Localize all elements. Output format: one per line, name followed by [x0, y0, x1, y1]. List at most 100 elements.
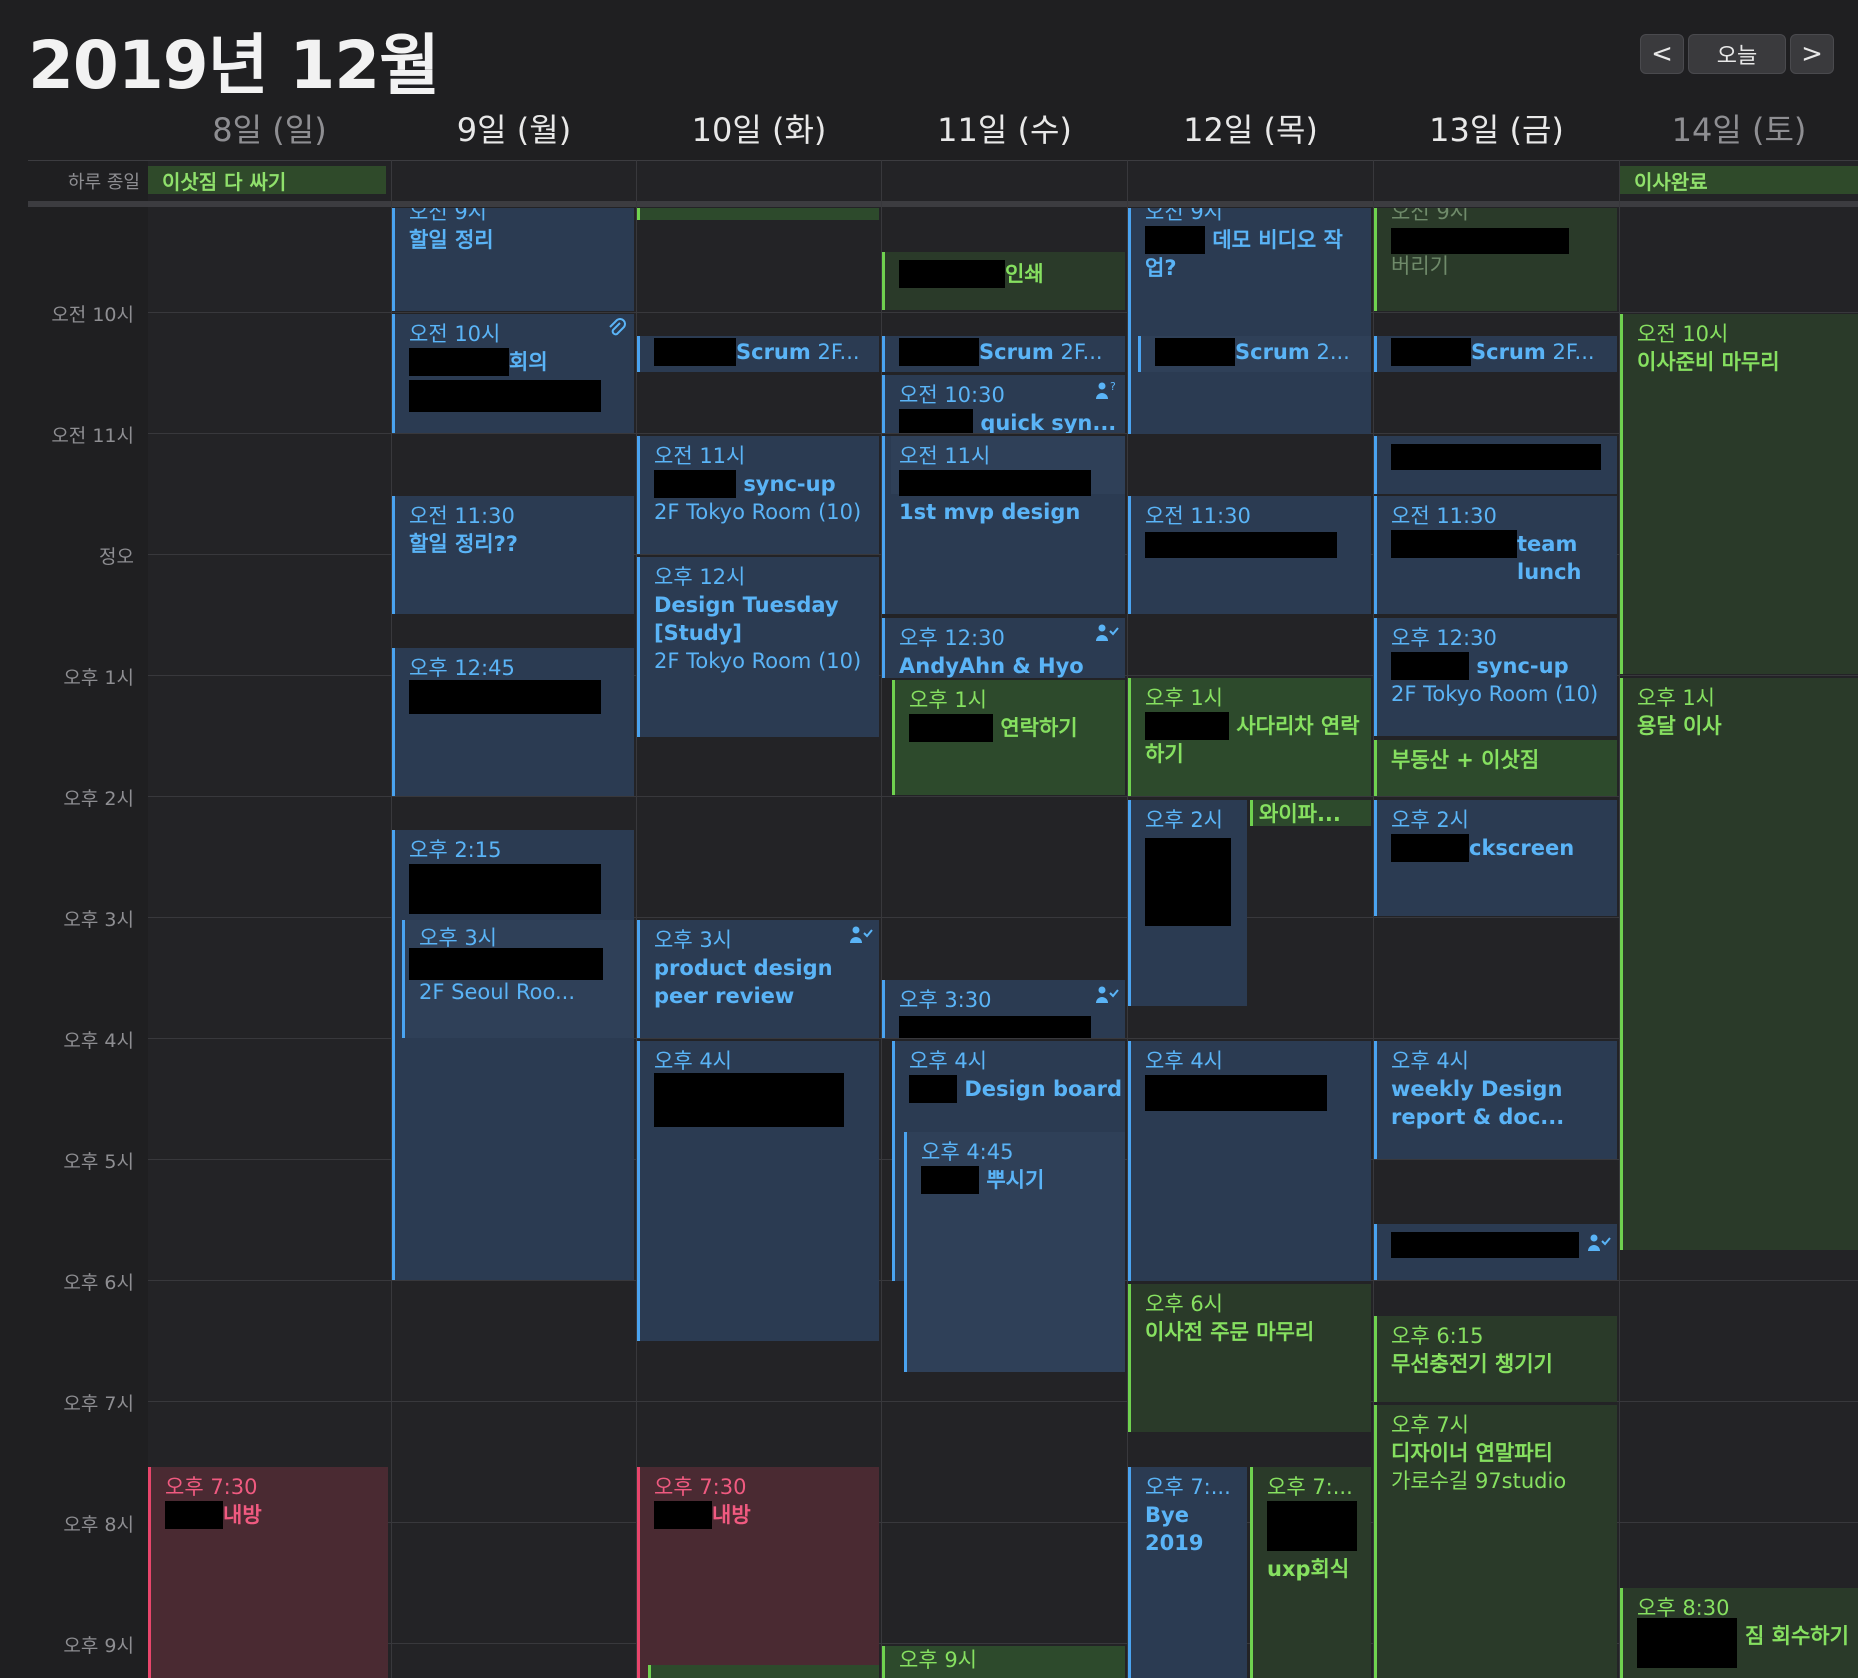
event-title: Scrum	[1235, 340, 1310, 364]
event[interactable]: 오후 2시	[1128, 800, 1247, 1006]
day-header-sun[interactable]: 8일 (일)	[148, 100, 391, 156]
event[interactable]: 오후 1시 사다리차 연락하기	[1128, 678, 1371, 796]
event-title: Scrum	[736, 340, 811, 364]
event-time: 오후 2시	[1145, 808, 1223, 832]
day-header-wed[interactable]: 11일 (수)	[882, 100, 1127, 156]
event[interactable]: 오후 9시	[882, 1646, 1125, 1678]
event-title: team lunch	[1517, 532, 1582, 584]
day-column-tue[interactable]	[637, 160, 881, 1678]
event[interactable]: 오전 10시 이사준비 마무리	[1620, 314, 1858, 674]
event[interactable]: 오후 7:30 내방	[148, 1467, 388, 1678]
attendee-accepted-icon	[1095, 622, 1119, 650]
event[interactable]: 오후 4:45 뿌시기	[904, 1132, 1125, 1372]
event[interactable]	[1374, 1224, 1617, 1280]
event[interactable]: 오후 3:30	[882, 980, 1125, 1038]
event[interactable]: 오전 11:30	[1128, 496, 1371, 614]
event-time: 오후 7:...	[1145, 1475, 1231, 1499]
day-header-mon[interactable]: 9일 (월)	[392, 100, 636, 156]
event[interactable]: 오후 7:... Bye 2019	[1128, 1467, 1247, 1678]
time-label: 오후 8시	[63, 1514, 134, 1536]
redacted-block	[409, 948, 603, 980]
event[interactable]: Scrum 2F...	[1374, 336, 1617, 372]
event[interactable]: 오전 10시 회의	[392, 314, 634, 433]
event[interactable]: 오후 1시 연락하기	[892, 680, 1125, 795]
day-header-sat[interactable]: 14일 (토)	[1620, 100, 1858, 156]
redacted-block	[899, 470, 1091, 496]
event[interactable]: 오후 12:30 sync-up 2F Tokyo Room (10)	[1374, 618, 1617, 736]
redacted-block	[899, 1016, 1091, 1038]
event[interactable]: 와이파...	[1250, 800, 1371, 826]
event[interactable]: 오후 6시 이사전 주문 마무리	[1128, 1284, 1371, 1432]
hour-line	[148, 796, 1858, 797]
event-time: 오후 6:15	[1391, 1324, 1484, 1348]
event[interactable]: 오후 7시 디자이너 연말파티 가로수길 97studio	[1374, 1405, 1617, 1678]
event[interactable]: 오후 3시 2F Seoul Roo...	[402, 920, 634, 1038]
event[interactable]: Scrum 2F...	[882, 336, 1125, 372]
redacted-block	[909, 1075, 957, 1103]
event-time: 오후 12:30	[899, 626, 1005, 650]
day-header-fri[interactable]: 13일 (금)	[1374, 100, 1619, 156]
event-time: 오전 11:30	[1145, 504, 1251, 528]
event-title: 용달 이사	[1637, 714, 1722, 738]
redacted-block	[1145, 1075, 1327, 1111]
redacted-block	[165, 1501, 223, 1529]
event[interactable]: Scrum 2F...	[637, 336, 879, 372]
hour-line	[148, 433, 1858, 434]
event[interactable]	[637, 208, 879, 220]
event-title: 부동산 + 이삿짐	[1391, 748, 1540, 772]
prev-week-button[interactable]: <	[1640, 34, 1684, 74]
event[interactable]: 오후 7:30 내방	[637, 1467, 879, 1678]
event[interactable]: 오후 2:15	[392, 830, 634, 1280]
day-header-tue[interactable]: 10일 (화)	[637, 100, 881, 156]
event-title: 무선충전기 챙기기	[1391, 1352, 1553, 1376]
event[interactable]: 오후 12:45	[392, 648, 634, 796]
all-day-event[interactable]: 이삿짐 다 싸기	[148, 166, 386, 194]
event[interactable]: 오후 1시 용달 이사	[1620, 678, 1858, 1250]
all-day-event[interactable]: 이사완료	[1620, 166, 1858, 194]
event[interactable]: 오전 10:30 quick syn... ?	[882, 375, 1125, 433]
event[interactable]: 오후 2시 ckscreen	[1374, 800, 1617, 916]
event[interactable]: 오전 9시 할일 정리	[392, 208, 634, 311]
event[interactable]: 오전 9시 데모 비디오 작업?	[1128, 208, 1371, 434]
event-time: 오후 2시	[1391, 808, 1469, 832]
event-time: 오전 11시	[654, 444, 746, 468]
event-location: 2F Tokyo Room (10)	[654, 500, 862, 524]
today-button[interactable]: 오늘	[1688, 34, 1786, 74]
event[interactable]: 오후 4시	[637, 1041, 879, 1341]
column-divider	[636, 160, 637, 1678]
event-time: 오후 12:30	[1391, 626, 1497, 650]
event[interactable]: 오후 8:30 짐 회수하기	[1620, 1588, 1858, 1678]
event-time: 오후 1시	[909, 688, 987, 712]
event[interactable]: 부동산 + 이삿짐	[1374, 740, 1617, 796]
next-week-button[interactable]: >	[1790, 34, 1834, 74]
redacted-block	[1637, 1618, 1737, 1668]
event[interactable]: 오후 12시 Design Tuesday [Study] 2F Tokyo R…	[637, 557, 879, 737]
event-title: Scrum	[1471, 340, 1546, 364]
event[interactable]: 오전 11시 sync-up 2F Tokyo Room (10)	[637, 436, 879, 554]
event[interactable]: 오전 11:30 team lunch	[1374, 496, 1617, 614]
redacted-block	[1391, 652, 1469, 680]
event-title: sync-up	[1476, 654, 1569, 678]
day-column-sun[interactable]	[148, 160, 391, 1678]
event[interactable]: 오후 3시 product design peer review	[637, 920, 879, 1038]
event[interactable]: 오전 9시 버리기	[1374, 208, 1617, 311]
event[interactable]: 오후 4시 weekly Design report & doc...	[1374, 1041, 1617, 1159]
event[interactable]: 오후 12:30 AndyAhn & Hyo	[882, 618, 1125, 678]
event-location: 2F Tokyo Room (10)	[1391, 682, 1599, 706]
event-title: Bye 2019	[1145, 1503, 1204, 1555]
event-title: 뿌시기	[986, 1168, 1045, 1192]
event[interactable]	[1374, 436, 1617, 494]
event-time: 오후 7:...	[1267, 1475, 1353, 1499]
event[interactable]: 오전 11시 1st mvp design	[882, 436, 1125, 614]
event[interactable]	[648, 1665, 879, 1678]
event-time: 오전 9시	[409, 208, 487, 224]
event[interactable]: 오후 7:... uxp회식	[1250, 1467, 1371, 1678]
event-location: 2...	[1316, 340, 1350, 364]
time-label: 오후 9시	[63, 1635, 134, 1657]
event[interactable]: 인쇄	[882, 252, 1125, 310]
event[interactable]: 오후 6:15 무선충전기 챙기기	[1374, 1316, 1617, 1402]
event[interactable]: Scrum 2...	[1138, 336, 1371, 372]
event[interactable]: 오전 11:30 할일 정리??	[392, 496, 634, 614]
event[interactable]: 오후 4시	[1128, 1041, 1371, 1281]
day-header-thu[interactable]: 12일 (목)	[1128, 100, 1373, 156]
